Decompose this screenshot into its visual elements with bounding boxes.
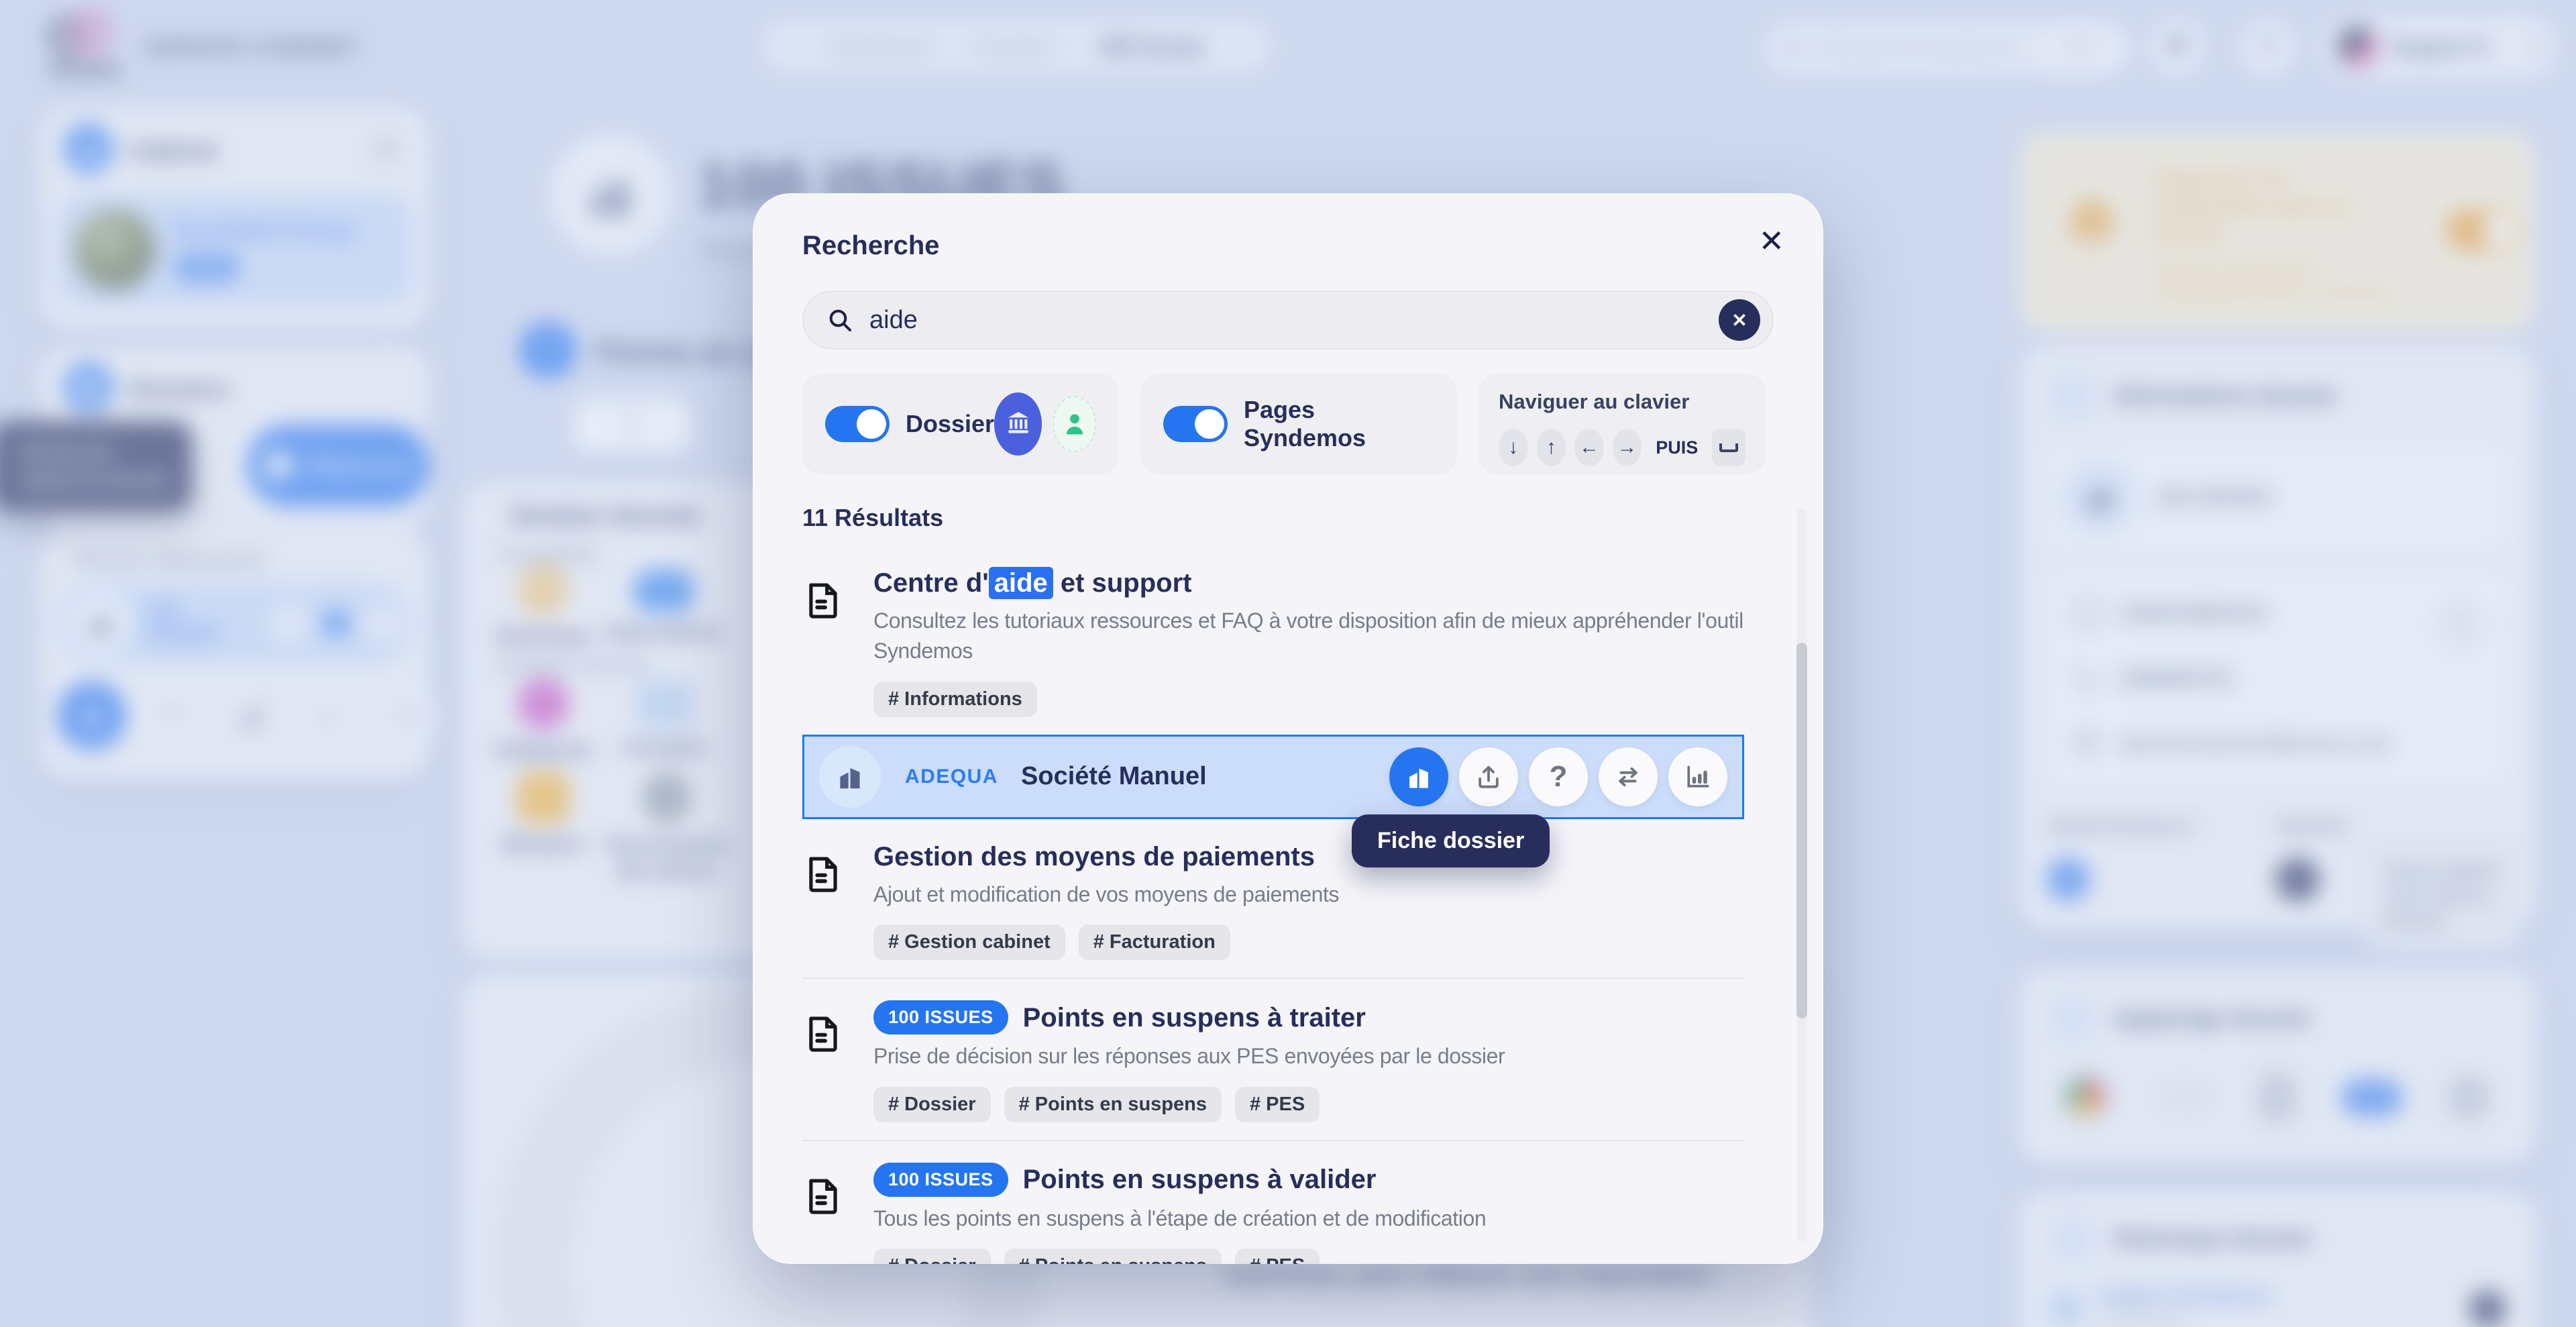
arrow-up-key-icon: ↑ bbox=[1537, 429, 1566, 466]
result-description: Consultez les tutoriaux ressources et FA… bbox=[873, 606, 1744, 667]
arrow-left-key-icon: ← bbox=[1574, 429, 1604, 466]
result-row-pes-valider[interactable]: 100 ISSUES Points en suspens à valider T… bbox=[802, 1140, 1744, 1264]
transfer-button[interactable] bbox=[1599, 747, 1658, 806]
buildings-icon bbox=[1404, 762, 1434, 792]
arrow-right-key-icon: → bbox=[1613, 429, 1642, 466]
search-input[interactable] bbox=[868, 305, 1719, 335]
search-match-highlight: aide bbox=[989, 567, 1053, 599]
scrollbar-thumb[interactable] bbox=[1796, 643, 1807, 1018]
dossier-name: Société Manuel bbox=[1021, 762, 1207, 791]
filter-dossier: Dossier bbox=[802, 374, 1119, 474]
result-title: Centre d'aide et support bbox=[873, 567, 1744, 599]
dossier-badge: 100 ISSUES bbox=[873, 1000, 1008, 1034]
result-row-dossier-selected[interactable]: ADEQUA Société Manuel ? bbox=[802, 735, 1744, 819]
arrow-down-key-icon: ↓ bbox=[1499, 429, 1528, 466]
result-description: Tous les points en suspens à l'étape de … bbox=[873, 1204, 1486, 1234]
modal-title: Recherche bbox=[802, 231, 1774, 261]
document-icon bbox=[802, 1172, 844, 1219]
modal-search-field[interactable]: ✕ bbox=[802, 290, 1774, 350]
result-tag: # Gestion cabinet bbox=[873, 924, 1065, 960]
dossier-toggle-label: Dossier bbox=[906, 410, 994, 438]
results-count: 11 Résultats bbox=[802, 504, 1774, 532]
question-icon: ? bbox=[1550, 760, 1568, 794]
result-tag: # Dossier bbox=[873, 1249, 991, 1264]
result-title: Gestion des moyens de paiements bbox=[873, 841, 1339, 873]
result-tag: # Facturation bbox=[1079, 924, 1230, 960]
stats-button[interactable] bbox=[1668, 747, 1727, 806]
results-scrollbar[interactable] bbox=[1796, 509, 1807, 1241]
keyboard-then-label: PUIS bbox=[1656, 437, 1698, 458]
result-tag: # PES bbox=[1235, 1249, 1320, 1264]
clear-search-button[interactable]: ✕ bbox=[1719, 299, 1760, 341]
result-description: Ajout et modification de vos moyens de p… bbox=[873, 880, 1339, 910]
result-tag: # Points en suspens bbox=[1004, 1249, 1222, 1264]
pages-toggle[interactable] bbox=[1163, 406, 1228, 442]
dossier-badge: 100 ISSUES bbox=[873, 1163, 1008, 1197]
result-description: Prise de décision sur les réponses aux P… bbox=[873, 1041, 1505, 1071]
action-tooltip: Fiche dossier bbox=[1352, 814, 1550, 867]
document-icon bbox=[802, 576, 844, 623]
export-button[interactable] bbox=[1459, 747, 1518, 806]
search-modal: Recherche ✕ ✕ Dossier Pages S bbox=[753, 193, 1823, 1264]
dossier-sheet-button[interactable] bbox=[1389, 747, 1448, 806]
result-tag: # Informations bbox=[873, 682, 1037, 717]
enter-key-icon bbox=[1712, 429, 1746, 466]
bank-filter-button[interactable] bbox=[994, 392, 1042, 456]
result-tag: # Dossier bbox=[873, 1087, 991, 1122]
keyboard-hint-card: Naviguer au clavier ↓ ↑ ← → PUIS bbox=[1479, 374, 1766, 474]
result-row-pes-traiter[interactable]: 100 ISSUES Points en suspens à traiter P… bbox=[802, 977, 1744, 1139]
document-icon bbox=[802, 850, 844, 897]
close-icon[interactable]: ✕ bbox=[1758, 225, 1784, 256]
result-title: Points en suspens à valider bbox=[1023, 1163, 1377, 1196]
filter-pages: Pages Syndemos bbox=[1140, 374, 1457, 474]
person-filter-button[interactable] bbox=[1053, 396, 1096, 452]
search-icon bbox=[826, 307, 853, 333]
dossier-code-badge: ADEQUA bbox=[905, 765, 998, 788]
upload-icon bbox=[1474, 762, 1503, 792]
pages-toggle-label: Pages Syndemos bbox=[1244, 396, 1434, 452]
keyboard-hint-title: Naviguer au clavier bbox=[1499, 390, 1746, 414]
dossier-help-button[interactable]: ? bbox=[1529, 747, 1588, 806]
buildings-icon bbox=[835, 761, 865, 792]
result-title: Points en suspens à traiter bbox=[1023, 1002, 1366, 1034]
result-row-help-center[interactable]: Centre d'aide et support Consultez les t… bbox=[802, 545, 1744, 735]
dossier-toggle[interactable] bbox=[825, 406, 890, 442]
app-root: ESPACE CABINET Dashboard / Dossiers / 10… bbox=[0, 0, 2576, 1327]
result-row-paiements[interactable]: Gestion des moyens de paiements Ajout et… bbox=[802, 819, 1744, 977]
result-tag: # Points en suspens bbox=[1004, 1087, 1222, 1122]
swap-arrows-icon bbox=[1613, 761, 1644, 792]
dossier-actions: ? Fiche dossier bbox=[1389, 747, 1727, 806]
result-tag: # PES bbox=[1235, 1087, 1320, 1122]
document-icon bbox=[802, 1010, 844, 1057]
bank-icon bbox=[1002, 408, 1034, 440]
results-list: Centre d'aide et support Consultez les t… bbox=[802, 545, 1774, 1264]
bar-chart-icon bbox=[1683, 762, 1713, 792]
clear-icon: ✕ bbox=[1731, 309, 1747, 331]
person-icon bbox=[1059, 409, 1090, 439]
